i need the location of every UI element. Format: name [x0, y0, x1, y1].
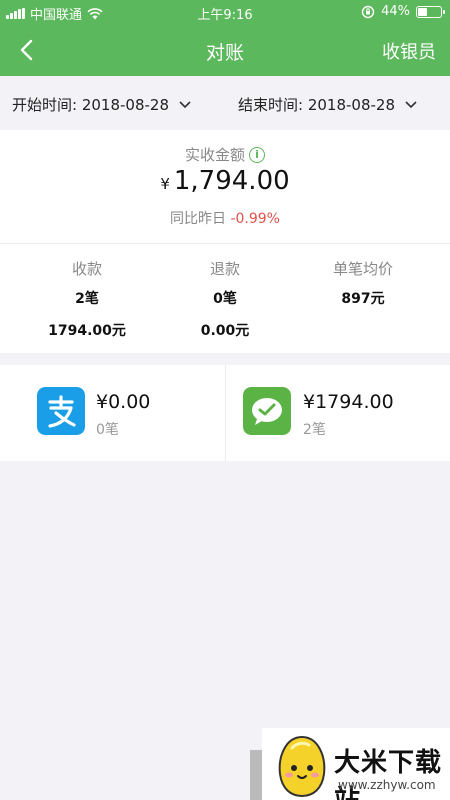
battery-icon [416, 5, 445, 18]
compare-label: 同比昨日 [170, 211, 226, 227]
alipay-channel[interactable]: ¥0.00 0笔 [0, 365, 225, 461]
date-filter-bar: 开始时间: 2018-08-28 结束时间: 2018-08-28 [0, 76, 450, 130]
info-icon[interactable]: i [249, 146, 265, 163]
section-gap [0, 353, 450, 365]
compare-value: -0.99% [230, 211, 280, 227]
alipay-amount: ¥0.00 [96, 391, 151, 413]
alipay-count: 0笔 [96, 422, 119, 438]
battery-percent: 44% [381, 4, 410, 19]
income-value: 1,794.00 [173, 166, 290, 196]
payment-channels: ¥0.00 0笔 ¥1794.00 2笔 [0, 365, 450, 461]
chevron-down-icon [179, 100, 191, 108]
start-date-picker[interactable]: 开始时间: 2018-08-28 [12, 94, 191, 115]
rotation-lock-icon [361, 5, 375, 18]
end-date-label: 结束时间: 2018-08-28 [238, 96, 395, 114]
stat-value: 897元 [341, 291, 385, 307]
wechat-channel[interactable]: ¥1794.00 2笔 [225, 365, 450, 461]
end-date-picker[interactable]: 结束时间: 2018-08-28 [238, 94, 417, 115]
stat-amount: 1794.00元 [48, 323, 126, 339]
nav-bar: 对账 收银员 [0, 24, 450, 76]
stat-header: 单笔均价 [332, 260, 393, 278]
income-summary: 实收金额 i ¥1,794.00 同比昨日 -0.99% [0, 130, 450, 243]
chevron-down-icon [405, 100, 417, 108]
watermark: 大米下载站 www.zzhyw.com [262, 728, 450, 800]
watermark-url: www.zzhyw.com [338, 778, 436, 792]
status-bar: 中国联通 上午9:16 44% [0, 0, 450, 24]
stats-row: 收款 2笔 1794.00元 退款 0笔 0.00元 单笔均价 897元 [0, 244, 450, 353]
alipay-icon [37, 387, 85, 435]
stat-count: 0笔 [213, 291, 237, 307]
stat-count: 2笔 [75, 291, 99, 307]
stat-amount: 0.00元 [200, 323, 250, 339]
compare-yesterday: 同比昨日 -0.99% [0, 208, 450, 228]
rice-mascot-icon [278, 735, 326, 798]
wechat-amount: ¥1794.00 [303, 391, 394, 413]
income-label: 实收金额 [184, 146, 245, 164]
wechat-icon [243, 387, 291, 435]
start-date-label: 开始时间: 2018-08-28 [12, 96, 169, 114]
cashier-button[interactable]: 收银员 [382, 38, 436, 64]
stat-header: 收款 [71, 260, 102, 278]
wechat-count: 2笔 [303, 422, 326, 438]
income-amount: ¥1,794.00 [0, 166, 450, 196]
stat-header: 退款 [209, 260, 240, 278]
currency-symbol: ¥ [160, 175, 170, 193]
